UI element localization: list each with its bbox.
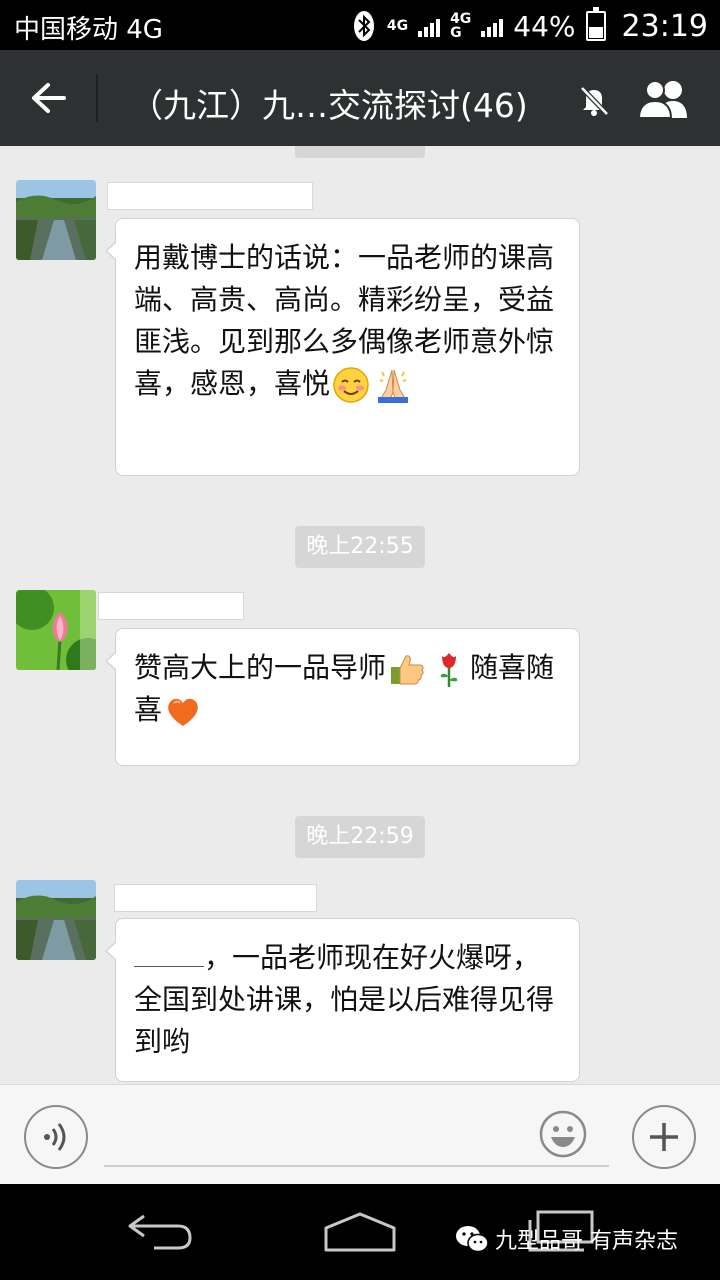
avatar[interactable]: [16, 180, 96, 260]
muted-bell-icon: [580, 86, 609, 116]
group-members-button[interactable]: [634, 76, 694, 122]
network-type-label-3: G: [450, 25, 462, 41]
clock: 23:19: [621, 8, 708, 44]
status-bar: 中国移动 4G 4G 4G G 44% 23:19: [0, 0, 720, 50]
thumbs-up-emoji-icon: [388, 650, 426, 688]
network-secondary: 4G G: [450, 12, 471, 40]
nav-back-icon: [128, 1214, 192, 1250]
heart-emoji-icon: [164, 692, 202, 730]
signal-icon-2: [481, 15, 504, 37]
system-nav-bar: 九型品哥 有声杂志: [0, 1184, 720, 1280]
message-bubble[interactable]: 赞高大上的一品导师 随喜随喜: [105, 628, 580, 766]
sender-name-redacted: [114, 884, 317, 912]
message-bubble[interactable]: ，一品老师现在好火爆呀，全国到处讲课，怕是以后难得见得到哟: [105, 918, 580, 1082]
message-input[interactable]: [104, 1113, 609, 1167]
time-stamp: 晚上22:55: [295, 526, 425, 568]
title-bar: （九江）九…交流探讨(46): [0, 50, 720, 146]
chat-title: （九江）九…交流探讨(46): [130, 86, 528, 125]
voice-icon: [44, 1123, 66, 1151]
pray-emoji-icon: [374, 366, 412, 404]
river-landscape-image: [16, 880, 96, 960]
title-divider: [96, 74, 98, 122]
message-bubble[interactable]: 用戴博士的话说：一品老师的课高端、高贵、高尚。精彩纷呈，受益匪浅。见到那么多偶像…: [105, 218, 580, 476]
mute-button[interactable]: [572, 78, 616, 122]
back-arrow-icon: [32, 83, 66, 113]
sender-name-redacted: [98, 592, 244, 620]
sender-name-redacted: [107, 182, 313, 210]
avatar[interactable]: [16, 880, 96, 960]
network-type-label-2: 4G: [450, 11, 472, 27]
more-options-button[interactable]: [632, 1105, 696, 1169]
rose-emoji-icon: [430, 650, 468, 688]
nav-home-button[interactable]: [322, 1210, 398, 1254]
people-icon: [637, 80, 687, 119]
chat-messages[interactable]: 用戴博士的话说：一品老师的课高端、高贵、高尚。精彩纷呈，受益匪浅。见到那么多偶像…: [0, 146, 720, 1084]
watermark: 九型品哥 有声杂志: [455, 1223, 678, 1255]
watermark-text: 九型品哥 有声杂志: [495, 1229, 678, 1254]
lotus-flower-image: [16, 590, 96, 670]
network-type-label: 4G: [386, 18, 409, 34]
signal-icon: [418, 15, 441, 37]
time-stamp-partial: [295, 146, 425, 158]
river-landscape-image: [16, 180, 96, 260]
battery-icon: [585, 7, 606, 41]
voice-input-button[interactable]: [24, 1105, 88, 1169]
input-bar: [0, 1084, 720, 1184]
wechat-logo-icon: [456, 1226, 489, 1253]
battery-fill: [588, 26, 603, 38]
back-button[interactable]: [22, 74, 74, 122]
emoji-button[interactable]: [538, 1109, 588, 1159]
status-indicators: 4G 4G G 44% 23:19: [351, 6, 708, 46]
redacted-name: [134, 947, 204, 967]
time-stamp: 晚上22:59: [295, 816, 425, 858]
smiley-icon: [539, 1110, 587, 1158]
battery-percent: 44%: [513, 9, 576, 43]
nav-back-button[interactable]: [124, 1210, 196, 1254]
carrier-label: 中国移动 4G: [14, 15, 163, 45]
plus-icon: [650, 1123, 678, 1151]
avatar[interactable]: [16, 590, 96, 670]
message-text: 赞高大上的一品导师: [134, 651, 387, 684]
nav-home-icon: [324, 1212, 396, 1252]
blush-emoji-icon: [332, 366, 370, 404]
bluetooth-icon: [351, 9, 377, 43]
